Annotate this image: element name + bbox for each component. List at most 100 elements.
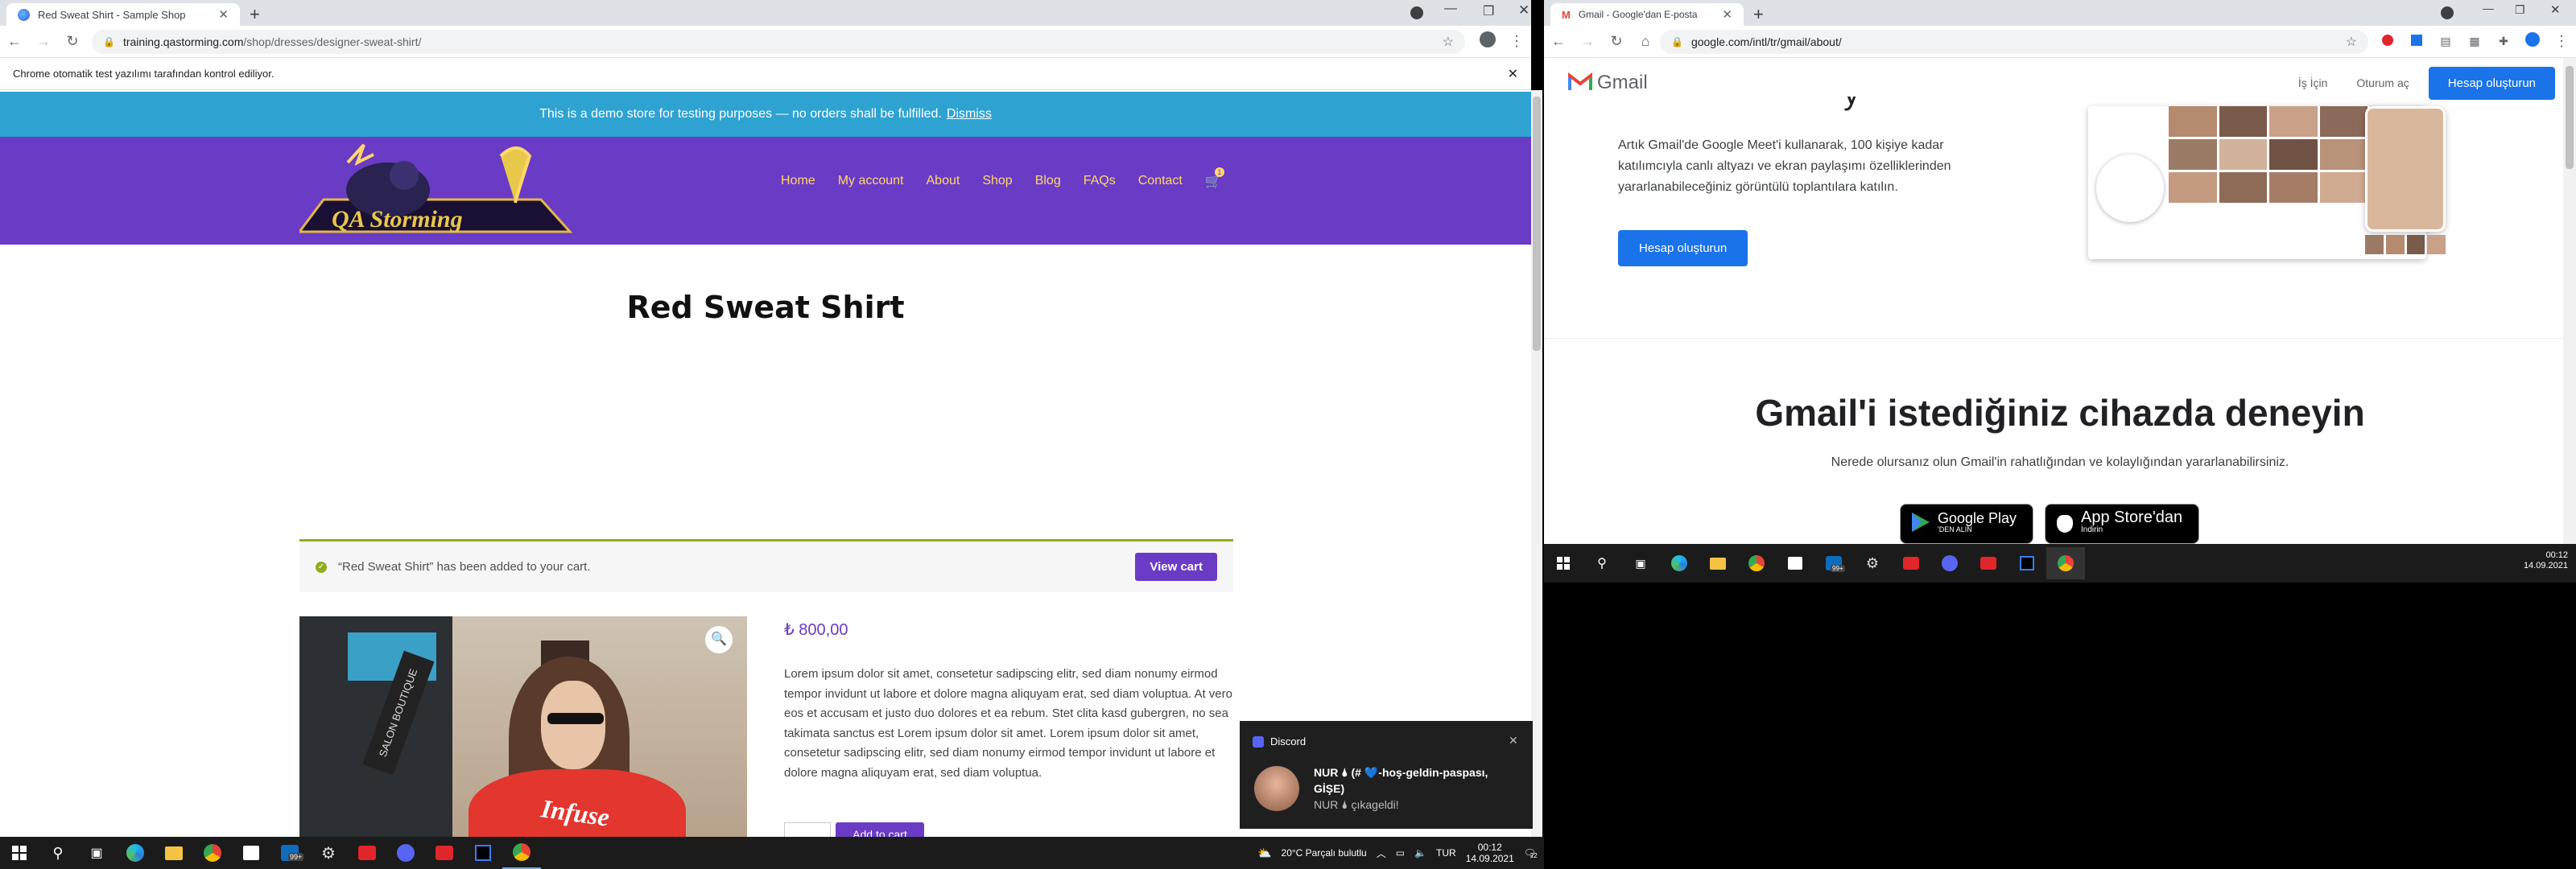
record-icon[interactable]	[1410, 6, 1423, 19]
clock[interactable]: 00:12 14.09.2021	[1466, 842, 1514, 864]
nav-my-account[interactable]: My account	[838, 174, 904, 190]
tab-red-sweat-shirt[interactable]: Red Sweat Shirt - Sample Shop ✕	[6, 3, 240, 26]
minimize-icon[interactable]: —	[1444, 2, 1457, 16]
back-icon[interactable]: ←	[0, 33, 29, 50]
close-window-icon[interactable]: ✕	[2550, 2, 2561, 17]
home-icon[interactable]: ⌂	[1631, 33, 1660, 50]
google-play-button[interactable]: Google Play 'DEN ALIN	[1900, 504, 2033, 544]
nav-blog[interactable]: Blog	[1035, 174, 1061, 190]
task-view-icon[interactable]: ▣	[1621, 547, 1660, 579]
extension-red-icon[interactable]	[2373, 33, 2402, 50]
right-scrollbar-thumb[interactable]	[2566, 66, 2574, 169]
restore-icon[interactable]: ❐	[1483, 3, 1494, 19]
windows-start-icon[interactable]	[0, 837, 39, 869]
site-logo[interactable]: QA Storming	[297, 138, 573, 241]
extension-grid-icon[interactable]: ▦	[2460, 35, 2489, 48]
network-icon[interactable]: ▭	[1396, 847, 1405, 859]
cart-icon[interactable]: 🛒 1	[1205, 167, 1224, 190]
screen-recorder-icon[interactable]	[348, 837, 386, 869]
nav-faqs[interactable]: FAQs	[1084, 174, 1116, 190]
close-window-icon[interactable]: ✕	[1518, 2, 1530, 19]
extension-translate-icon[interactable]	[2402, 33, 2431, 50]
search-icon[interactable]: ⚲	[39, 837, 77, 869]
extensions-puzzle-icon[interactable]: ✚	[2489, 35, 2518, 48]
store-icon[interactable]	[232, 837, 270, 869]
settings-icon[interactable]: ⚙	[1853, 547, 1892, 579]
extension-doc-icon[interactable]: ▤	[2431, 35, 2460, 48]
weather-icon[interactable]: ⛅	[1257, 846, 1271, 860]
signin-link[interactable]: Oturum aç	[2356, 76, 2409, 89]
chrome-active-icon[interactable]	[2046, 547, 2085, 579]
discord-taskbar-icon[interactable]	[1930, 547, 1969, 579]
zoom-icon[interactable]: 🔍	[705, 626, 733, 653]
chrome-active-icon[interactable]	[502, 837, 541, 869]
gmail-logo-icon[interactable]	[1568, 72, 1592, 94]
intellij-icon[interactable]	[2008, 547, 2046, 579]
outlook-icon[interactable]: 99+	[270, 837, 309, 869]
discord-taskbar-icon[interactable]	[386, 837, 425, 869]
product-image[interactable]: SALON BOUTIQUE Infuse 🔍	[299, 616, 747, 869]
bookmark-star-icon[interactable]: ☆	[2346, 34, 2357, 50]
store-icon[interactable]	[1776, 547, 1814, 579]
logo-text: QA Storming	[332, 206, 463, 233]
edge-icon[interactable]	[116, 837, 155, 869]
business-link[interactable]: İş İçin	[2298, 76, 2328, 89]
dismiss-link[interactable]: Dismiss	[947, 107, 992, 121]
bookmark-star-icon[interactable]: ☆	[1443, 34, 1454, 50]
back-icon[interactable]: ←	[1544, 33, 1573, 50]
language-indicator[interactable]: TUR	[1436, 847, 1456, 859]
edge-icon[interactable]	[1660, 547, 1699, 579]
forward-icon[interactable]: →	[1573, 33, 1602, 50]
weather-text[interactable]: 20°C Parçalı bulutlu	[1282, 847, 1367, 859]
task-view-icon[interactable]: ▣	[77, 837, 116, 869]
record-icon[interactable]	[2441, 6, 2454, 19]
right-clock[interactable]: 00:12 14.09.2021	[2524, 544, 2576, 576]
tab-gmail[interactable]: M Gmail - Google'dan E-posta ✕	[1550, 3, 1744, 26]
reload-icon[interactable]: ↻	[1602, 33, 1631, 50]
outlook-icon[interactable]: 99+	[1814, 547, 1853, 579]
close-infobar-icon[interactable]: ✕	[1508, 66, 1518, 82]
search-icon[interactable]: ⚲	[1583, 547, 1621, 579]
close-tab-icon[interactable]: ✕	[218, 7, 229, 22]
gmail-logo-text[interactable]: Gmail	[1597, 72, 1648, 94]
screen-recorder-icon[interactable]	[1892, 547, 1930, 579]
address-bar[interactable]: 🔒 training.qastorming.com/shop/dresses/d…	[92, 29, 1465, 54]
file-explorer-icon[interactable]	[1699, 547, 1737, 579]
right-scrollbar[interactable]	[2563, 58, 2576, 544]
new-tab-button[interactable]: +	[240, 3, 270, 26]
notification-icon[interactable]: 🗨 22	[1524, 847, 1538, 859]
screen-recorder-2-icon[interactable]	[425, 837, 464, 869]
windows-start-icon[interactable]	[1544, 547, 1583, 579]
discord-notification[interactable]: Discord ✕ NUR 🌢 (# 💙-hoş-geldin-paspası,…	[1240, 721, 1533, 829]
volume-icon[interactable]: 🔈	[1414, 847, 1426, 859]
chrome-icon[interactable]	[193, 837, 232, 869]
reload-icon[interactable]: ↻	[58, 33, 87, 50]
create-account-button[interactable]: Hesap oluşturun	[2428, 66, 2555, 100]
menu-icon[interactable]: ⋮	[2547, 33, 2576, 50]
minimize-icon[interactable]: —	[2483, 2, 2494, 14]
nav-shop[interactable]: Shop	[982, 174, 1012, 190]
nav-contact[interactable]: Contact	[1138, 174, 1183, 190]
intellij-icon[interactable]	[464, 837, 502, 869]
nav-home[interactable]: Home	[781, 174, 815, 190]
view-cart-button[interactable]: View cart	[1135, 553, 1217, 581]
menu-icon[interactable]: ⋮	[1502, 33, 1531, 50]
settings-icon[interactable]: ⚙	[309, 837, 348, 869]
chrome-icon[interactable]	[1737, 547, 1776, 579]
app-store-button[interactable]: App Store'dan İndirin	[2045, 504, 2199, 544]
tab-title: Red Sweat Shirt - Sample Shop	[38, 8, 186, 21]
tray-arrow-icon[interactable]: ︿	[1377, 846, 1386, 860]
close-tab-icon[interactable]: ✕	[1722, 7, 1732, 22]
forward-icon[interactable]: →	[29, 33, 58, 50]
close-toast-icon[interactable]: ✕	[1509, 734, 1518, 748]
right-address-bar[interactable]: 🔒 google.com/intl/tr/gmail/about/ ☆	[1660, 29, 2368, 54]
file-explorer-icon[interactable]	[155, 837, 193, 869]
hero-create-account-button[interactable]: Hesap oluşturun	[1618, 230, 1748, 266]
scrollbar-thumb[interactable]	[1533, 97, 1541, 351]
profile-icon[interactable]	[2518, 32, 2547, 51]
profile-icon[interactable]	[1473, 31, 1502, 51]
nav-about[interactable]: About	[927, 174, 960, 190]
restore-icon[interactable]: ❐	[2515, 3, 2525, 17]
screen-recorder-2-icon[interactable]	[1969, 547, 2008, 579]
new-tab-button[interactable]: +	[1744, 3, 1773, 26]
